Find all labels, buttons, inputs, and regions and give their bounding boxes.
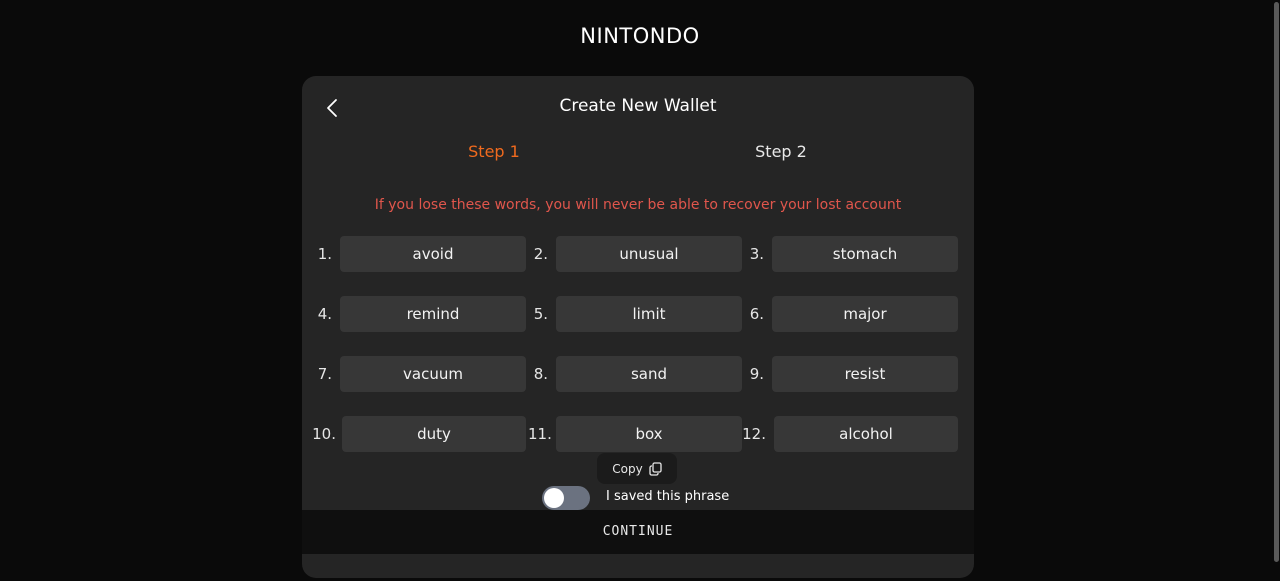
tab-step-2[interactable]: Step 2: [691, 142, 871, 161]
word-row: 7. vacuum 8. sand 9. resist: [302, 356, 974, 392]
seed-word: vacuum: [340, 356, 526, 392]
seed-word: remind: [340, 296, 526, 332]
word-row: 4. remind 5. limit 6. major: [302, 296, 974, 332]
word-number: 7.: [317, 365, 332, 383]
page-scrollbar[interactable]: [1272, 0, 1280, 581]
word-row: 10. duty 11. box 12. alcohol: [302, 416, 974, 452]
saved-phrase-toggle[interactable]: [542, 486, 590, 510]
toggle-knob: [544, 488, 564, 508]
copy-icon: [649, 461, 662, 476]
page-title: Create New Wallet: [559, 96, 717, 116]
word-number: 3.: [749, 245, 764, 263]
word-number: 6.: [749, 305, 764, 323]
seed-word: unusual: [556, 236, 742, 272]
warning-message: If you lose these words, you will never …: [374, 197, 902, 213]
tab-step-1[interactable]: Step 1: [404, 142, 584, 161]
continue-button[interactable]: CONTINUE: [302, 510, 974, 554]
seed-word: sand: [556, 356, 742, 392]
word-number: 8.: [533, 365, 548, 383]
word-number: 4.: [317, 305, 332, 323]
word-number: 5.: [533, 305, 548, 323]
word-number: 2.: [533, 245, 548, 263]
saved-phrase-row: I saved this phrase: [542, 486, 842, 510]
word-number: 12.: [742, 425, 766, 443]
seed-word: stomach: [772, 236, 958, 272]
seed-word: duty: [342, 416, 526, 452]
copy-label: Copy: [612, 461, 643, 476]
scrollbar-thumb[interactable]: [1274, 2, 1279, 562]
word-number: 9.: [749, 365, 764, 383]
seed-word: resist: [772, 356, 958, 392]
seed-word: major: [772, 296, 958, 332]
seed-word: avoid: [340, 236, 526, 272]
word-number: 1.: [317, 245, 332, 263]
word-row: 1. avoid 2. unusual 3. stomach: [302, 236, 974, 272]
create-wallet-card: Create New Wallet Step 1 Step 2 If you l…: [302, 76, 974, 578]
copy-button[interactable]: Copy: [597, 453, 677, 484]
word-number: 10.: [312, 425, 336, 443]
saved-phrase-label: I saved this phrase: [606, 489, 730, 504]
step-tabs: Step 1 Step 2: [302, 142, 974, 164]
word-number: 11.: [528, 425, 552, 443]
seed-word: limit: [556, 296, 742, 332]
seed-word: alcohol: [774, 416, 958, 452]
brand-title: NINTONDO: [580, 24, 700, 48]
seed-word: box: [556, 416, 742, 452]
